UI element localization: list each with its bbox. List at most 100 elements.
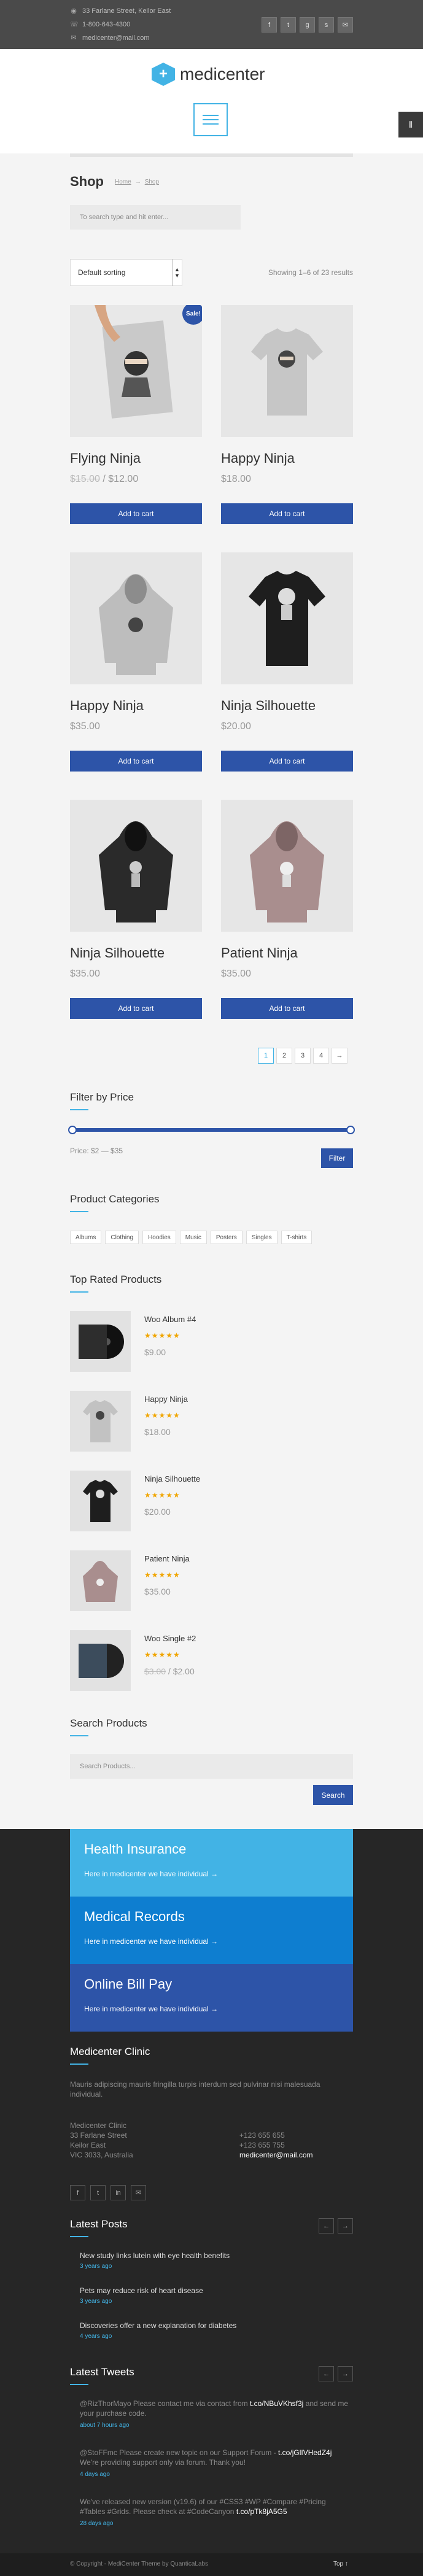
add-to-cart-button[interactable]: Add to cart <box>221 751 353 772</box>
breadcrumb-home[interactable]: Home <box>115 179 131 185</box>
filter-button[interactable]: Filter <box>321 1148 353 1168</box>
twitter-icon[interactable]: t <box>90 2185 106 2200</box>
twitter-icon[interactable]: t <box>281 17 296 33</box>
product-card[interactable]: Happy Ninja $18.00 Add to cart <box>221 305 353 524</box>
clinic-email[interactable]: medicenter@mail.com <box>239 2150 313 2160</box>
category-music[interactable]: Music <box>179 1231 207 1244</box>
product-card[interactable]: Ninja Silhouette $20.00 Add to cart <box>221 552 353 772</box>
product-name[interactable]: Happy Ninja <box>70 698 202 714</box>
product-name[interactable]: Patient Ninja <box>144 1554 190 1563</box>
breadcrumb-shop[interactable]: Shop <box>145 179 159 185</box>
footer-box-health-insurance[interactable]: Health Insurance Here in medicenter we h… <box>70 1829 353 1897</box>
tweet-user[interactable]: @StoFFmc <box>80 2448 117 2457</box>
post-title[interactable]: Pets may reduce risk of heart disease <box>80 2286 203 2295</box>
menu-toggle-button[interactable] <box>193 103 228 136</box>
product-card[interactable]: Ninja Silhouette $35.00 Add to cart <box>70 800 202 1019</box>
linkedin-icon[interactable]: in <box>111 2185 126 2200</box>
category-singles[interactable]: Singles <box>246 1231 277 1244</box>
address-text: 33 Farlane Street, Keilor East <box>82 7 171 15</box>
next-arrow-icon[interactable]: → <box>338 2218 353 2234</box>
mail-icon[interactable]: ✉ <box>338 17 353 33</box>
footer-box-online-bill-pay[interactable]: Online Bill Pay Here in medicenter we ha… <box>70 1964 353 2032</box>
post-item[interactable]: New study links lutein with eye health b… <box>80 2251 230 2270</box>
product-image[interactable] <box>221 552 353 684</box>
price-range-bar[interactable] <box>72 1128 351 1132</box>
side-panel-toggle[interactable]: ⦀ <box>398 112 423 137</box>
page-2[interactable]: 2 <box>276 1048 292 1064</box>
email-text[interactable]: medicenter@mail.com <box>82 34 150 42</box>
product-thumbnail[interactable] <box>70 1471 131 1531</box>
product-name[interactable]: Ninja Silhouette <box>70 945 202 961</box>
prev-arrow-icon[interactable]: ← <box>319 2218 334 2234</box>
page-3[interactable]: 3 <box>295 1048 311 1064</box>
top-rated-item[interactable]: Patient Ninja ★★★★★ $35.00 <box>70 1550 190 1611</box>
product-thumbnail[interactable] <box>70 1311 131 1372</box>
top-rated-item[interactable]: Woo Album #4 ★★★★★ $9.00 <box>70 1311 196 1372</box>
post-title[interactable]: Discoveries offer a new explanation for … <box>80 2321 236 2330</box>
top-rated-item[interactable]: Happy Ninja ★★★★★ $18.00 <box>70 1391 188 1452</box>
google-icon[interactable]: g <box>300 17 315 33</box>
product-thumbnail[interactable] <box>70 1391 131 1452</box>
add-to-cart-button[interactable]: Add to cart <box>221 998 353 1019</box>
page-1[interactable]: 1 <box>258 1048 274 1064</box>
product-thumbnail[interactable] <box>70 1630 131 1691</box>
search-products-title: Search Products <box>70 1717 147 1729</box>
search-products-input[interactable]: Search Products... <box>70 1754 353 1779</box>
add-to-cart-button[interactable]: Add to cart <box>70 998 202 1019</box>
product-name[interactable]: Patient Ninja <box>221 945 353 961</box>
box-text[interactable]: Here in medicenter we have individual → <box>84 2005 339 2013</box>
product-name[interactable]: Happy Ninja <box>144 1394 188 1404</box>
columns-icon: ⦀ <box>408 119 413 130</box>
shop-search-input[interactable]: To search type and hit enter... <box>70 205 241 230</box>
product-card[interactable]: Happy Ninja $35.00 Add to cart <box>70 552 202 772</box>
skype-icon[interactable]: s <box>319 17 334 33</box>
product-image[interactable]: Sale! <box>70 305 202 437</box>
product-name[interactable]: Flying Ninja <box>70 451 202 466</box>
top-rated-item[interactable]: Ninja Silhouette ★★★★★ $20.00 <box>70 1471 200 1531</box>
product-card[interactable]: Sale! Flying Ninja $15.00 / $12.00 Add t… <box>70 305 202 524</box>
add-to-cart-button[interactable]: Add to cart <box>221 503 353 524</box>
tweet-link[interactable]: t.co/NBuVKhsf3j <box>250 2399 303 2408</box>
product-name[interactable]: Ninja Silhouette <box>221 698 353 714</box>
post-item[interactable]: Pets may reduce risk of heart disease 3 … <box>80 2286 203 2305</box>
facebook-icon[interactable]: f <box>70 2185 85 2200</box>
facebook-icon[interactable]: f <box>262 17 277 33</box>
next-arrow-icon[interactable]: → <box>338 2366 353 2381</box>
product-image[interactable] <box>70 800 202 932</box>
mail-icon[interactable]: ✉ <box>131 2185 146 2200</box>
tweet-link[interactable]: t.co/jGlIVHedZ4j <box>278 2448 332 2457</box>
product-image[interactable] <box>221 305 353 437</box>
category-hoodies[interactable]: Hoodies <box>142 1231 176 1244</box>
tweet-user[interactable]: @RizThorMayo <box>80 2399 131 2408</box>
category-tshirts[interactable]: T-shirts <box>281 1231 312 1244</box>
product-image[interactable] <box>70 552 202 684</box>
box-text[interactable]: Here in medicenter we have individual → <box>84 1937 339 1946</box>
next-page-arrow-icon[interactable]: → <box>332 1048 347 1064</box>
product-name[interactable]: Woo Album #4 <box>144 1315 196 1324</box>
product-thumbnail[interactable] <box>70 1550 131 1611</box>
box-text[interactable]: Here in medicenter we have individual → <box>84 1870 339 1878</box>
price-max-handle[interactable] <box>346 1126 355 1134</box>
price-min-handle[interactable] <box>68 1126 77 1134</box>
product-card[interactable]: Patient Ninja $35.00 Add to cart <box>221 800 353 1019</box>
product-name[interactable]: Happy Ninja <box>221 451 353 466</box>
post-title[interactable]: New study links lutein with eye health b… <box>80 2251 230 2260</box>
page-4[interactable]: 4 <box>313 1048 329 1064</box>
post-item[interactable]: Discoveries offer a new explanation for … <box>80 2321 236 2340</box>
product-name[interactable]: Ninja Silhouette <box>144 1474 200 1483</box>
sort-select[interactable]: Default sorting ▲ ▼ <box>70 259 182 286</box>
footer-box-medical-records[interactable]: Medical Records Here in medicenter we ha… <box>70 1897 353 1964</box>
back-to-top-link[interactable]: Top ↑ <box>333 2561 348 2567</box>
logo[interactable]: + medicenter <box>152 63 265 86</box>
product-image[interactable] <box>221 800 353 932</box>
tweet-link[interactable]: t.co/pTk8jA5G5 <box>236 2507 287 2516</box>
product-name[interactable]: Woo Single #2 <box>144 1634 196 1643</box>
category-clothing[interactable]: Clothing <box>105 1231 139 1244</box>
add-to-cart-button[interactable]: Add to cart <box>70 503 202 524</box>
category-albums[interactable]: Albums <box>70 1231 102 1244</box>
add-to-cart-button[interactable]: Add to cart <box>70 751 202 772</box>
top-rated-item[interactable]: Woo Single #2 ★★★★★ $3.00 / $2.00 <box>70 1630 196 1691</box>
search-button[interactable]: Search <box>313 1785 353 1805</box>
category-posters[interactable]: Posters <box>210 1231 243 1244</box>
prev-arrow-icon[interactable]: ← <box>319 2366 334 2381</box>
